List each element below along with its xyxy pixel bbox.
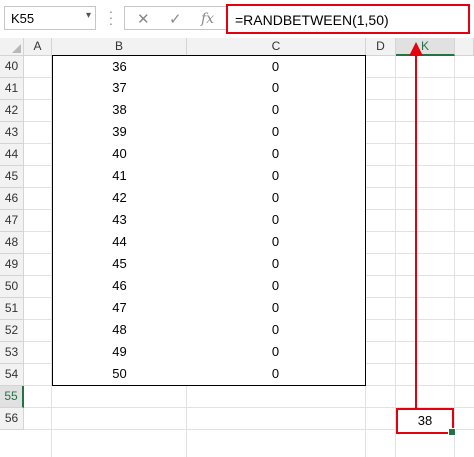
row-header-42[interactable]: 42 [0, 100, 24, 122]
row-header-50[interactable]: 50 [0, 276, 24, 298]
row-header-40[interactable]: 40 [0, 56, 24, 78]
table-cell-b[interactable]: 36 [52, 55, 187, 78]
table-cell-c[interactable]: 0 [186, 165, 366, 188]
table-cell-c[interactable]: 0 [186, 341, 366, 364]
table-cell-b[interactable]: 37 [52, 77, 187, 100]
table-cell-b[interactable]: 42 [52, 187, 187, 210]
table-cell-b[interactable]: 47 [52, 297, 187, 320]
table-cell-c[interactable]: 0 [186, 297, 366, 320]
formula-bar: K55 ▾ · · · ✕ ✓ fx =RANDBETWEEN(1,50) [0, 0, 474, 39]
gridline [454, 56, 455, 457]
cell-k55-value: 38 [417, 413, 433, 428]
table-cell-b[interactable]: 46 [52, 275, 187, 298]
column-header-c[interactable]: C [187, 38, 366, 56]
formula-controls: ✕ ✓ fx [124, 6, 226, 30]
chevron-down-icon[interactable]: ▾ [86, 10, 91, 21]
table-cell-c[interactable]: 0 [186, 143, 366, 166]
table-cell-c[interactable]: 0 [186, 209, 366, 232]
row-header-46[interactable]: 46 [0, 188, 24, 210]
enter-icon[interactable]: ✓ [169, 10, 182, 28]
table-cell-c[interactable]: 0 [186, 121, 366, 144]
gridline [395, 56, 396, 457]
name-box[interactable]: K55 ▾ [4, 6, 96, 30]
table-cell-b[interactable]: 48 [52, 319, 187, 342]
row-header-54[interactable]: 54 [0, 364, 24, 386]
table-cell-c[interactable]: 0 [186, 231, 366, 254]
table-cell-b[interactable]: 43 [52, 209, 187, 232]
table-cell-b[interactable]: 44 [52, 231, 187, 254]
column-header-next[interactable] [455, 38, 474, 56]
row-header-43[interactable]: 43 [0, 122, 24, 144]
column-header-k[interactable]: K [396, 38, 455, 56]
row-header-53[interactable]: 53 [0, 342, 24, 364]
select-all-icon [12, 44, 21, 53]
select-all-corner[interactable] [0, 38, 24, 56]
table-cell-b[interactable]: 38 [52, 99, 187, 122]
column-header-b[interactable]: B [52, 38, 187, 56]
table-cell-b[interactable]: 41 [52, 165, 187, 188]
row-header-44[interactable]: 44 [0, 144, 24, 166]
table-cell-b[interactable]: 45 [52, 253, 187, 276]
fill-handle[interactable] [448, 428, 456, 436]
row-header-51[interactable]: 51 [0, 298, 24, 320]
row-header-41[interactable]: 41 [0, 78, 24, 100]
row-header-52[interactable]: 52 [0, 320, 24, 342]
row-header-49[interactable]: 49 [0, 254, 24, 276]
column-header-d[interactable]: D [366, 38, 396, 56]
column-header-a[interactable]: A [24, 38, 52, 56]
cell-k55[interactable]: 38 [396, 408, 456, 436]
table-cell-b[interactable]: 50 [52, 363, 187, 386]
fx-icon[interactable]: fx [201, 11, 214, 27]
table-cell-c[interactable]: 0 [186, 253, 366, 276]
table-cell-c[interactable]: 0 [186, 275, 366, 298]
table-cell-c[interactable]: 0 [186, 363, 366, 386]
drag-handle-icon[interactable]: · · · [107, 4, 115, 30]
table-cell-c[interactable]: 0 [186, 319, 366, 342]
formula-input[interactable]: =RANDBETWEEN(1,50) [226, 4, 470, 34]
table-cell-b[interactable]: 39 [52, 121, 187, 144]
table-cell-c[interactable]: 0 [186, 99, 366, 122]
row-header-45[interactable]: 45 [0, 166, 24, 188]
row-header-56[interactable]: 56 [0, 408, 24, 430]
table-cell-c[interactable]: 0 [186, 187, 366, 210]
row-header-47[interactable]: 47 [0, 210, 24, 232]
row-header-48[interactable]: 48 [0, 232, 24, 254]
table-cell-c[interactable]: 0 [186, 55, 366, 78]
table-cell-b[interactable]: 49 [52, 341, 187, 364]
table-cell-b[interactable]: 40 [52, 143, 187, 166]
table-cell-c[interactable]: 0 [186, 77, 366, 100]
formula-text: =RANDBETWEEN(1,50) [235, 12, 389, 28]
cancel-icon[interactable]: ✕ [137, 10, 150, 28]
row-header-55[interactable]: 55 [0, 386, 24, 408]
name-box-value: K55 [11, 11, 35, 26]
